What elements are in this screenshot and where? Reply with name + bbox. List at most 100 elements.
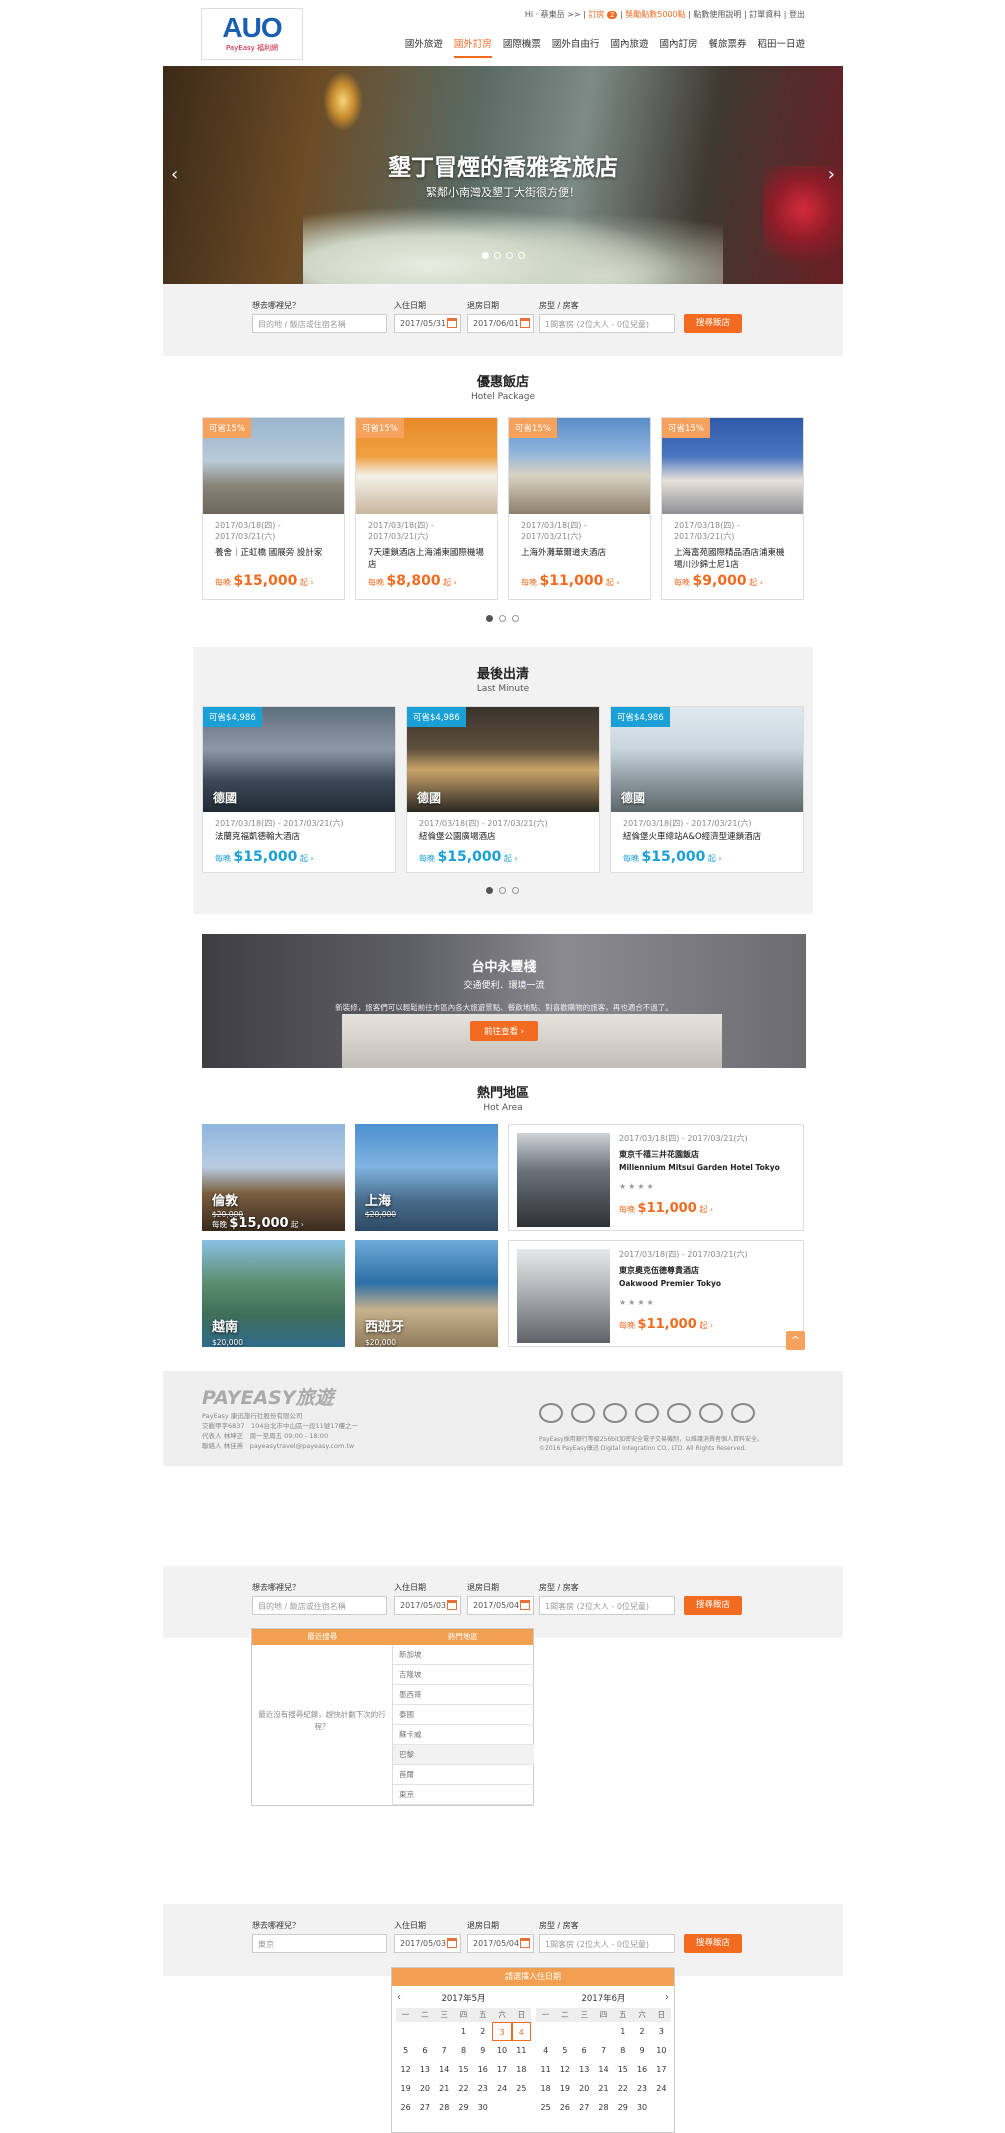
- search-hotel-button[interactable]: 搜尋飯店: [684, 1596, 742, 1615]
- room-guest-select[interactable]: 1間客房 (2位大人 - 0位兒童): [539, 314, 675, 333]
- destination-input[interactable]: 目的地 / 飯店或住宿名稱: [252, 314, 387, 333]
- destination-input[interactable]: 東京: [252, 1934, 387, 1953]
- logout-link[interactable]: 登出: [789, 10, 805, 19]
- nav-item[interactable]: 國外旅遊: [405, 36, 443, 58]
- calendar-day[interactable]: 8: [454, 2041, 473, 2060]
- cart-link[interactable]: 訂房: [588, 10, 604, 19]
- calendar-day[interactable]: 11: [536, 2060, 555, 2079]
- calendar-day[interactable]: 24: [652, 2079, 671, 2098]
- room-guest-select[interactable]: 1間客房 (2位大人 - 0位兒童): [539, 1934, 675, 1953]
- list-item-highlighted[interactable]: 巴黎: [393, 1745, 534, 1765]
- calendar-day[interactable]: 21: [435, 2079, 454, 2098]
- hot-hotel-card[interactable]: 2017/03/18(四) - 2017/03/21(六) 東京奧克伍德尊貴酒店…: [508, 1240, 804, 1347]
- calendar-day[interactable]: 27: [575, 2098, 594, 2117]
- carousel-dot[interactable]: [493, 252, 501, 259]
- tab-recent-search[interactable]: 最近搜尋: [252, 1629, 393, 1645]
- calendar-day[interactable]: 26: [555, 2098, 574, 2117]
- nav-item[interactable]: 國外自由行: [552, 36, 600, 58]
- calendar-day[interactable]: 29: [613, 2098, 632, 2117]
- hotel-card[interactable]: 可省15% 2017/03/18(四) - 2017/03/21(六) 上海外灘…: [508, 417, 651, 600]
- page-dot[interactable]: [486, 887, 493, 894]
- calendar-day[interactable]: 20: [415, 2079, 434, 2098]
- list-item[interactable]: 東京: [393, 1785, 534, 1805]
- calendar-day[interactable]: 1: [613, 2022, 632, 2041]
- checkout-input[interactable]: 2017/06/01: [467, 314, 534, 333]
- promo-banner[interactable]: 台中永豐棧 交通便利．環境一流 新裝修，旅客們可以輕鬆前往市區內各大旅遊景點、餐…: [202, 934, 806, 1068]
- nav-item-active[interactable]: 國外訂房: [453, 36, 492, 58]
- checkin-input[interactable]: 2017/05/03: [394, 1934, 461, 1953]
- checkin-input[interactable]: 2017/05/03: [394, 1596, 461, 1615]
- calendar-day[interactable]: 25: [536, 2098, 555, 2117]
- hero-carousel[interactable]: 墾丁冒煙的喬雅客旅店 緊鄰小南灣及墾丁大街很方便！ ‹ ›: [163, 66, 843, 284]
- calendar-day[interactable]: 15: [454, 2060, 473, 2079]
- calendar-day[interactable]: 2: [632, 2022, 651, 2041]
- calendar-day[interactable]: 4: [511, 2022, 531, 2041]
- calendar-day[interactable]: 22: [613, 2079, 632, 2098]
- page-dot[interactable]: [499, 615, 506, 622]
- page-dot[interactable]: [486, 615, 493, 622]
- calendar-day[interactable]: 3: [492, 2022, 512, 2041]
- calendar-day[interactable]: 30: [473, 2098, 492, 2117]
- page-dot[interactable]: [499, 887, 506, 894]
- calendar-day[interactable]: 7: [594, 2041, 613, 2060]
- list-item[interactable]: 墨西哥: [393, 1685, 534, 1705]
- calendar-day[interactable]: 5: [555, 2041, 574, 2060]
- page-dot[interactable]: [512, 615, 519, 622]
- back-to-top-icon[interactable]: ^: [786, 1331, 805, 1350]
- calendar-day[interactable]: 23: [473, 2079, 492, 2098]
- checkin-input[interactable]: 2017/05/31: [394, 314, 461, 333]
- nav-item[interactable]: 餐旅票券: [708, 36, 746, 58]
- checkout-input[interactable]: 2017/05/04: [467, 1596, 534, 1615]
- calendar-day[interactable]: 18: [512, 2060, 531, 2079]
- calendar-day[interactable]: 9: [632, 2041, 651, 2060]
- area-tile-london[interactable]: 倫敦 $20,000 每晚 $15,000 起 ›: [202, 1124, 345, 1231]
- calendar-day[interactable]: 22: [454, 2079, 473, 2098]
- calendar-day[interactable]: 17: [652, 2060, 671, 2079]
- greeting-link[interactable]: Hi · 蔡東岳 >>: [525, 10, 581, 19]
- calendar-day[interactable]: 16: [473, 2060, 492, 2079]
- room-guest-select[interactable]: 1間客房 (2位大人 - 0位兒童): [539, 1596, 675, 1615]
- calendar-day[interactable]: 10: [652, 2041, 671, 2060]
- calendar-day[interactable]: 18: [536, 2079, 555, 2098]
- calendar-day[interactable]: 27: [415, 2098, 434, 2117]
- calendar-day[interactable]: 14: [435, 2060, 454, 2079]
- calendar-day[interactable]: 19: [555, 2079, 574, 2098]
- points-help-link[interactable]: 點數使用說明: [693, 10, 741, 19]
- calendar-day[interactable]: 12: [555, 2060, 574, 2079]
- calendar-day[interactable]: 12: [396, 2060, 415, 2079]
- calendar-day[interactable]: 20: [575, 2079, 594, 2098]
- checkout-input[interactable]: 2017/05/04: [467, 1934, 534, 1953]
- calendar-day[interactable]: 19: [396, 2079, 415, 2098]
- calendar-day[interactable]: 9: [473, 2041, 492, 2060]
- calendar-day[interactable]: 1: [454, 2022, 473, 2041]
- calendar-day[interactable]: 16: [632, 2060, 651, 2079]
- view-button[interactable]: 前往查看 ›: [469, 1021, 539, 1041]
- calendar-day[interactable]: 21: [594, 2079, 613, 2098]
- last-minute-card[interactable]: 可省$4,986 德國 2017/03/18(四) - 2017/03/21(六…: [202, 706, 396, 873]
- calendar-day[interactable]: 17: [492, 2060, 511, 2079]
- calendar-day[interactable]: 13: [415, 2060, 434, 2079]
- list-item[interactable]: 首爾: [393, 1765, 534, 1785]
- calendar-day[interactable]: 29: [454, 2098, 473, 2117]
- calendar-day[interactable]: 10: [492, 2041, 511, 2060]
- prev-arrow-icon[interactable]: ‹: [171, 164, 178, 185]
- search-hotel-button[interactable]: 搜尋飯店: [684, 314, 742, 333]
- calendar-day[interactable]: 4: [536, 2041, 555, 2060]
- list-item[interactable]: 吉隆坡: [393, 1665, 534, 1685]
- calendar-day[interactable]: 13: [575, 2060, 594, 2079]
- next-arrow-icon[interactable]: ›: [828, 164, 835, 185]
- calendar-day[interactable]: 30: [632, 2098, 651, 2117]
- calendar-day[interactable]: 26: [396, 2098, 415, 2117]
- list-item[interactable]: 蘇卡威: [393, 1725, 534, 1745]
- calendar-day[interactable]: 23: [632, 2079, 651, 2098]
- calendar-day[interactable]: 5: [396, 2041, 415, 2060]
- orders-link[interactable]: 訂單資料: [749, 10, 781, 19]
- area-tile-shanghai[interactable]: 上海 $20,000: [355, 1124, 498, 1231]
- nav-item[interactable]: 稻田一日遊: [757, 36, 805, 58]
- auo-logo[interactable]: AUO PayEasy 福利網: [201, 8, 303, 60]
- nav-item[interactable]: 國內訂房: [659, 36, 697, 58]
- calendar-day[interactable]: 14: [594, 2060, 613, 2079]
- last-minute-card[interactable]: 可省$4,986 德國 2017/03/18(四) - 2017/03/21(六…: [406, 706, 600, 873]
- calendar-day[interactable]: 6: [415, 2041, 434, 2060]
- calendar-day[interactable]: 3: [652, 2022, 671, 2041]
